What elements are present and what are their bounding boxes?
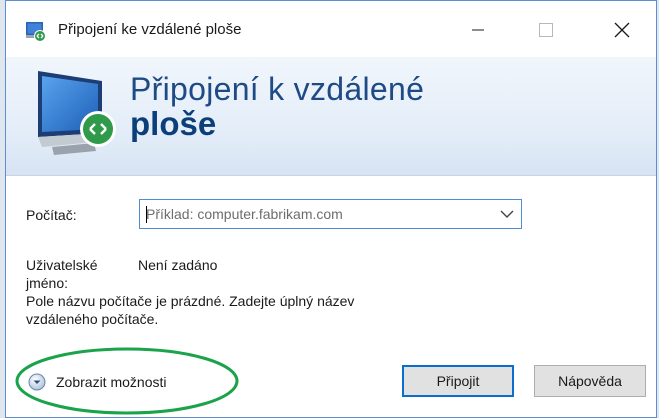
connect-button-label: Připojit: [436, 373, 480, 389]
close-icon: [614, 22, 630, 38]
computer-combobox[interactable]: Příklad: computer.fabrikam.com: [139, 199, 522, 229]
info-message-line1: Pole názvu počítače je prázdné. Zadejte …: [26, 293, 355, 309]
username-label-line2: jméno:: [26, 275, 69, 291]
banner-separator: [6, 175, 656, 176]
banner-title-line1: Připojení k vzdálené: [130, 71, 425, 107]
maximize-icon: [539, 23, 553, 37]
expand-circle-icon[interactable]: [28, 373, 46, 391]
title-bar[interactable]: Připojení ke vzdálené ploše: [6, 1, 656, 57]
maximize-button[interactable]: [526, 13, 566, 47]
username-value: Není zadáno: [138, 257, 218, 273]
remote-desktop-monitor-icon: [38, 71, 116, 155]
chevron-down-icon[interactable]: [499, 208, 515, 220]
text-caret: [146, 206, 147, 223]
remote-desktop-window: Připojení ke vzdálené ploše Připojení k …: [5, 0, 657, 418]
help-button[interactable]: Nápověda: [534, 365, 646, 397]
username-label-line1: Uživatelské: [26, 257, 98, 273]
minimize-icon: [472, 29, 484, 31]
close-button[interactable]: [602, 13, 642, 47]
connect-button[interactable]: Připojit: [402, 365, 514, 397]
window-title: Připojení ke vzdálené ploše: [58, 21, 242, 38]
help-button-label: Nápověda: [558, 373, 622, 389]
computer-input[interactable]: Příklad: computer.fabrikam.com: [146, 206, 343, 222]
header-banner: Připojení k vzdálené ploše: [6, 57, 656, 175]
minimize-button[interactable]: [458, 13, 498, 47]
remote-desktop-icon: [26, 22, 46, 42]
show-options-toggle[interactable]: Zobrazit možnosti: [28, 371, 166, 393]
computer-label: Počítač:: [26, 207, 77, 223]
show-options-label[interactable]: Zobrazit možnosti: [56, 374, 166, 390]
info-message-line2: vzdáleného počítače.: [26, 311, 159, 327]
banner-title-line2: ploše: [130, 105, 217, 142]
